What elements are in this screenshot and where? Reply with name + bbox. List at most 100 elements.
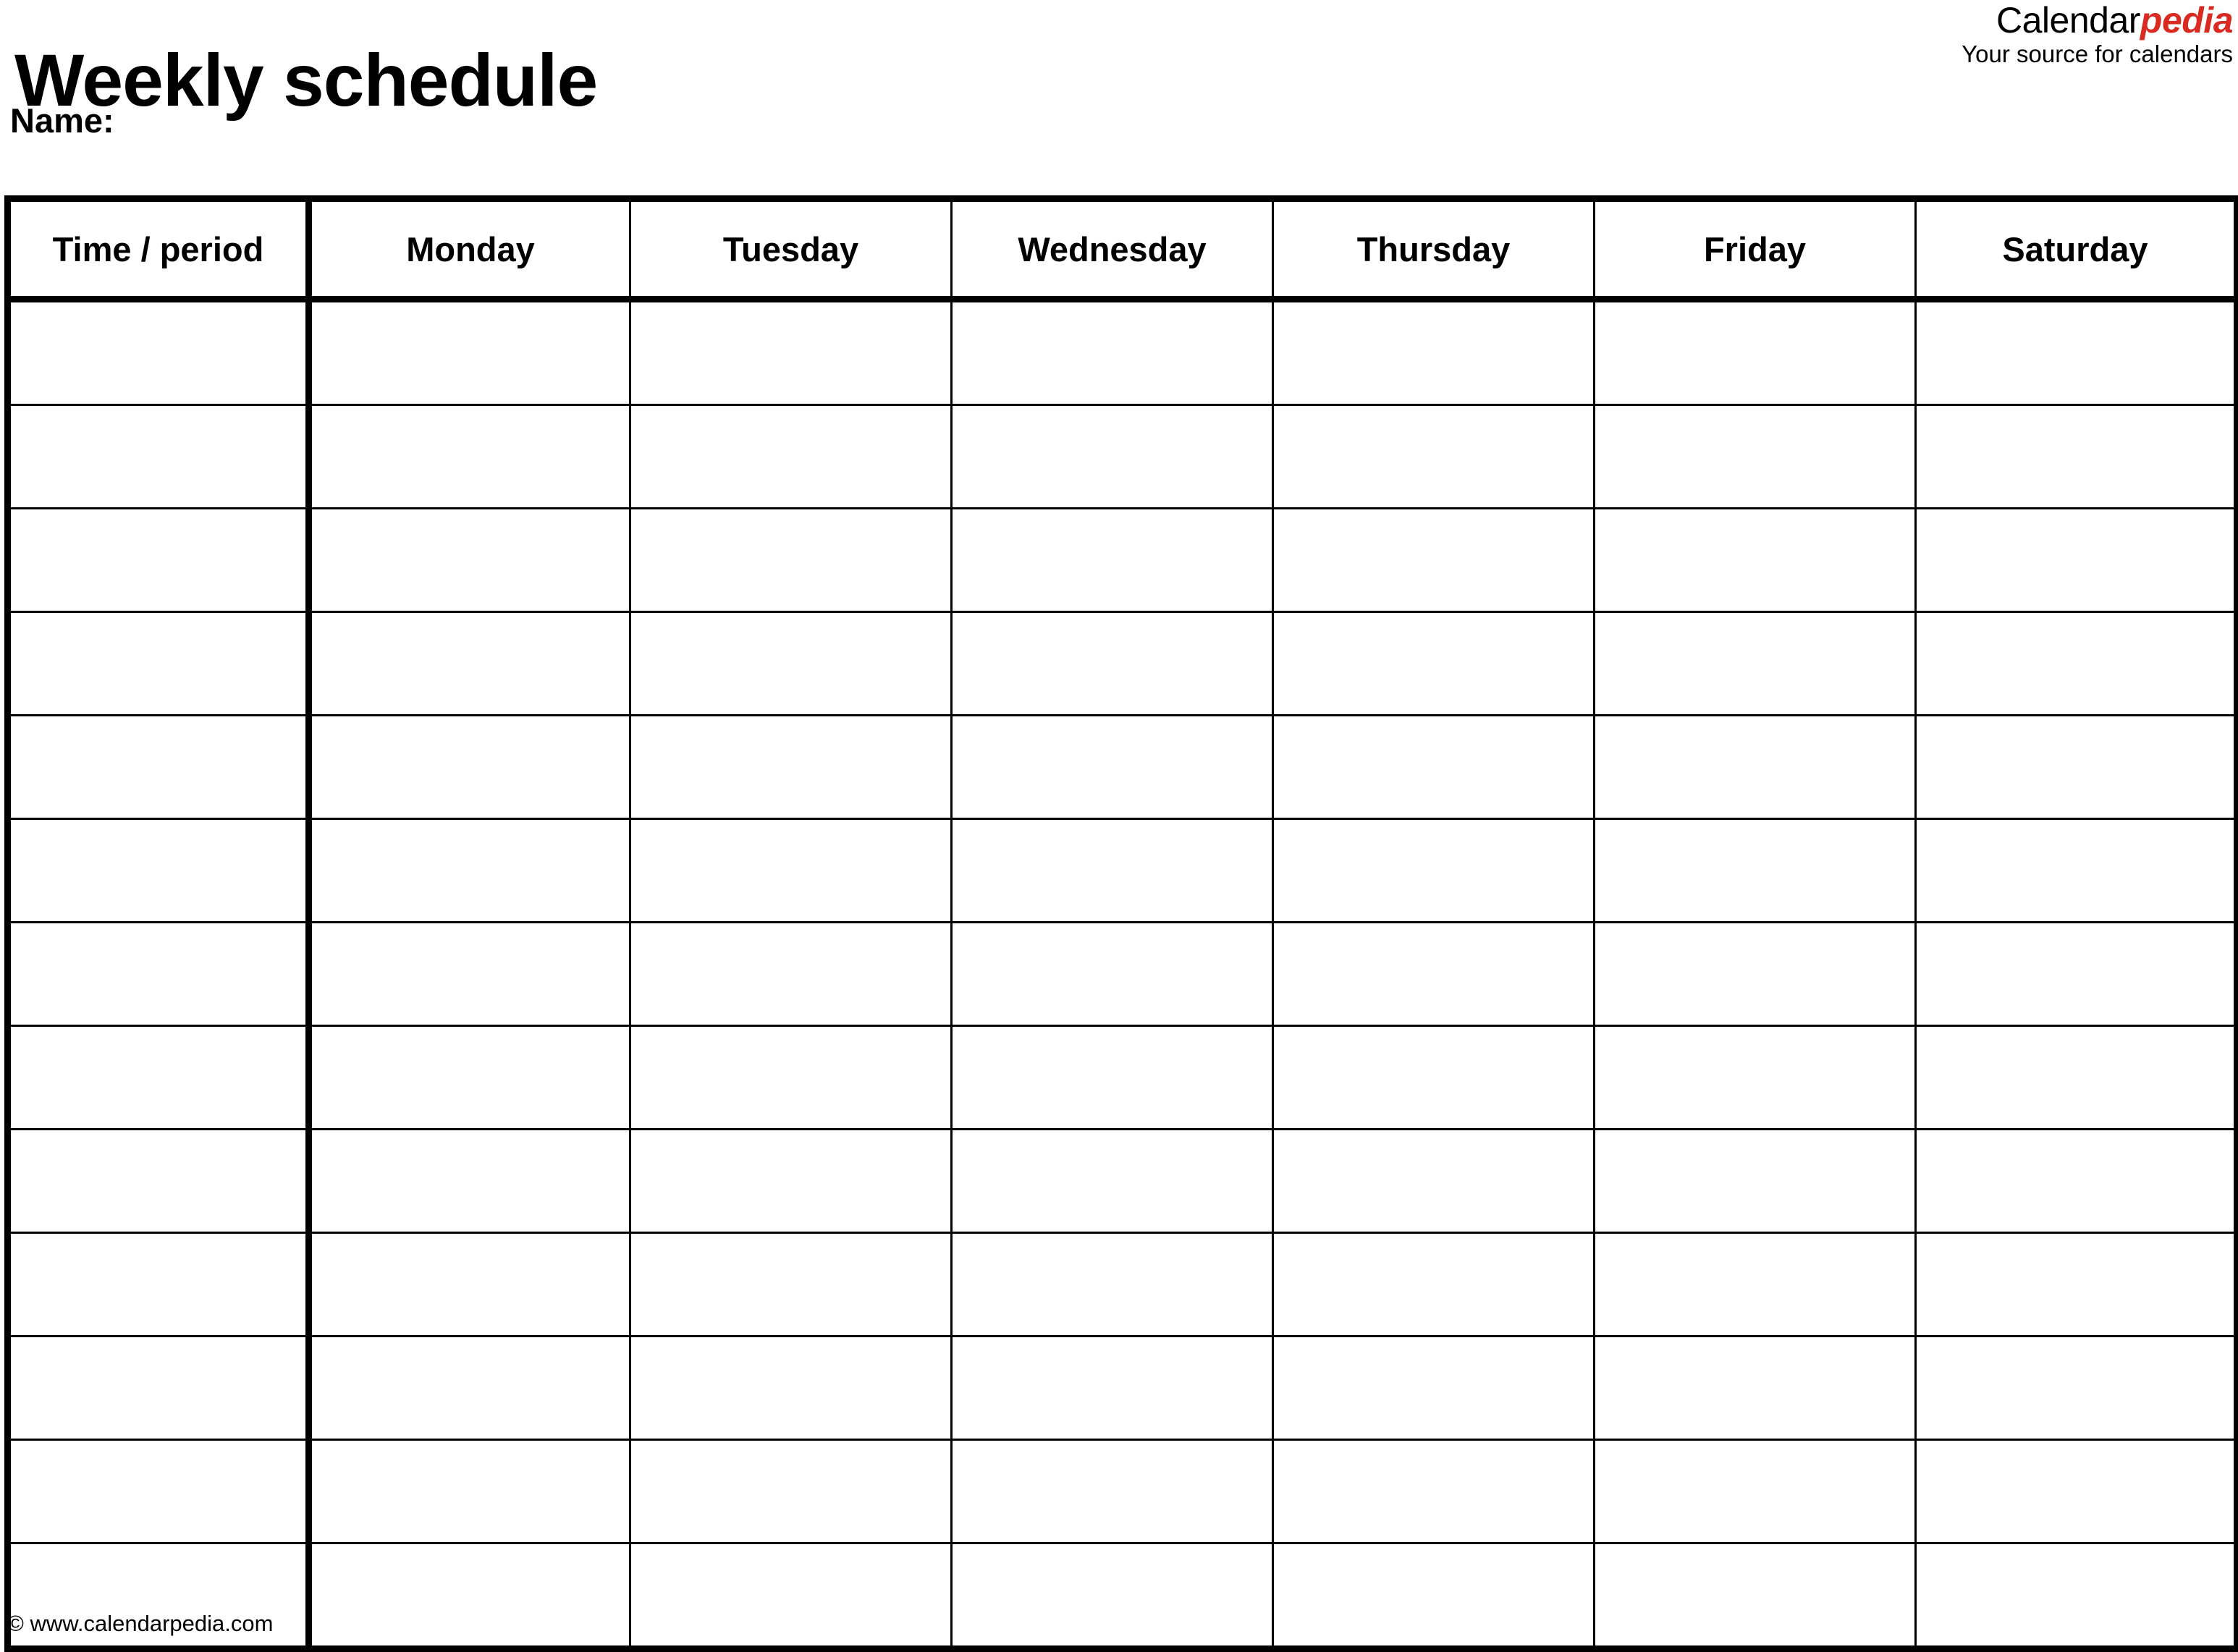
cell-tuesday[interactable]: [629, 1025, 953, 1130]
cell-monday[interactable]: [308, 1128, 631, 1233]
cell-time-period[interactable]: [7, 507, 312, 612]
cell-tuesday[interactable]: [629, 1232, 953, 1337]
schedule-row: [7, 1542, 2238, 1649]
cell-tuesday[interactable]: [629, 404, 953, 509]
cell-wednesday[interactable]: [950, 611, 1274, 716]
cell-wednesday[interactable]: [950, 1025, 1274, 1130]
cell-time-period[interactable]: [7, 921, 312, 1026]
cell-saturday[interactable]: [1914, 1439, 2238, 1543]
schedule-row: [7, 818, 2238, 923]
cell-time-period[interactable]: [7, 818, 312, 923]
cell-thursday[interactable]: [1272, 299, 1595, 405]
cell-saturday[interactable]: [1914, 507, 2238, 612]
cell-friday[interactable]: [1593, 1439, 1917, 1543]
cell-friday[interactable]: [1593, 921, 1917, 1026]
cell-saturday[interactable]: [1914, 818, 2238, 923]
cell-tuesday[interactable]: [629, 1128, 953, 1233]
cell-friday[interactable]: [1593, 1542, 1917, 1649]
cell-tuesday[interactable]: [629, 714, 953, 819]
cell-thursday[interactable]: [1272, 1439, 1595, 1543]
cell-monday[interactable]: [308, 1232, 631, 1337]
cell-wednesday[interactable]: [950, 299, 1274, 405]
cell-wednesday[interactable]: [950, 1542, 1274, 1649]
cell-wednesday[interactable]: [950, 507, 1274, 612]
cell-thursday[interactable]: [1272, 1128, 1595, 1233]
cell-tuesday[interactable]: [629, 299, 953, 405]
cell-time-period[interactable]: [7, 299, 312, 405]
cell-friday[interactable]: [1593, 818, 1917, 923]
cell-tuesday[interactable]: [629, 818, 953, 923]
cell-thursday[interactable]: [1272, 404, 1595, 509]
cell-tuesday[interactable]: [629, 921, 953, 1026]
cell-wednesday[interactable]: [950, 404, 1274, 509]
schedule-row: [7, 1025, 2238, 1130]
column-header-wednesday: Wednesday: [950, 198, 1274, 302]
cell-saturday[interactable]: [1914, 299, 2238, 405]
cell-monday[interactable]: [308, 299, 631, 405]
cell-thursday[interactable]: [1272, 818, 1595, 923]
cell-wednesday[interactable]: [950, 1232, 1274, 1337]
cell-saturday[interactable]: [1914, 1025, 2238, 1130]
cell-friday[interactable]: [1593, 611, 1917, 716]
cell-thursday[interactable]: [1272, 921, 1595, 1026]
cell-friday[interactable]: [1593, 299, 1917, 405]
cell-friday[interactable]: [1593, 1335, 1917, 1440]
cell-thursday[interactable]: [1272, 1542, 1595, 1649]
cell-thursday[interactable]: [1272, 507, 1595, 612]
cell-tuesday[interactable]: [629, 1335, 953, 1440]
cell-tuesday[interactable]: [629, 1439, 953, 1543]
cell-tuesday[interactable]: [629, 1542, 953, 1649]
schedule-row: [7, 714, 2238, 819]
cell-saturday[interactable]: [1914, 1542, 2238, 1649]
cell-wednesday[interactable]: [950, 818, 1274, 923]
cell-monday[interactable]: [308, 1542, 631, 1649]
cell-time-period[interactable]: [7, 1232, 312, 1337]
cell-friday[interactable]: [1593, 1128, 1917, 1233]
cell-monday[interactable]: [308, 404, 631, 509]
cell-monday[interactable]: [308, 1439, 631, 1543]
cell-monday[interactable]: [308, 1025, 631, 1130]
cell-friday[interactable]: [1593, 1232, 1917, 1337]
cell-time-period[interactable]: [7, 1439, 312, 1543]
cell-monday[interactable]: [308, 818, 631, 923]
cell-time-period[interactable]: [7, 1025, 312, 1130]
cell-friday[interactable]: [1593, 507, 1917, 612]
cell-wednesday[interactable]: [950, 714, 1274, 819]
cell-saturday[interactable]: [1914, 921, 2238, 1026]
cell-time-period[interactable]: [7, 714, 312, 819]
cell-thursday[interactable]: [1272, 1025, 1595, 1130]
cell-friday[interactable]: [1593, 1025, 1917, 1130]
cell-time-period[interactable]: [7, 1128, 312, 1233]
cell-monday[interactable]: [308, 714, 631, 819]
weekly-schedule-page: Weekly schedule Name: Calendarpedia Your…: [0, 0, 2238, 1652]
cell-saturday[interactable]: [1914, 611, 2238, 716]
cell-wednesday[interactable]: [950, 1335, 1274, 1440]
cell-time-period[interactable]: [7, 404, 312, 509]
cell-time-period[interactable]: [7, 611, 312, 716]
cell-thursday[interactable]: [1272, 1232, 1595, 1337]
cell-saturday[interactable]: [1914, 714, 2238, 819]
cell-wednesday[interactable]: [950, 1439, 1274, 1543]
cell-monday[interactable]: [308, 611, 631, 716]
cell-friday[interactable]: [1593, 404, 1917, 509]
cell-thursday[interactable]: [1272, 1335, 1595, 1440]
cell-saturday[interactable]: [1914, 404, 2238, 509]
name-field-label: Name:: [10, 101, 114, 140]
cell-monday[interactable]: [308, 921, 631, 1026]
cell-monday[interactable]: [308, 507, 631, 612]
cell-friday[interactable]: [1593, 714, 1917, 819]
cell-saturday[interactable]: [1914, 1335, 2238, 1440]
cell-thursday[interactable]: [1272, 714, 1595, 819]
cell-wednesday[interactable]: [950, 921, 1274, 1026]
cell-wednesday[interactable]: [950, 1128, 1274, 1233]
cell-thursday[interactable]: [1272, 611, 1595, 716]
column-header-tuesday: Tuesday: [629, 198, 953, 302]
page-header: Weekly schedule Name: Calendarpedia Your…: [0, 0, 2238, 195]
cell-tuesday[interactable]: [629, 507, 953, 612]
cell-time-period[interactable]: [7, 1335, 312, 1440]
cell-saturday[interactable]: [1914, 1232, 2238, 1337]
schedule-table-container: Time / period Monday Tuesday Wednesday T…: [4, 195, 2238, 1652]
cell-tuesday[interactable]: [629, 611, 953, 716]
cell-monday[interactable]: [308, 1335, 631, 1440]
cell-saturday[interactable]: [1914, 1128, 2238, 1233]
